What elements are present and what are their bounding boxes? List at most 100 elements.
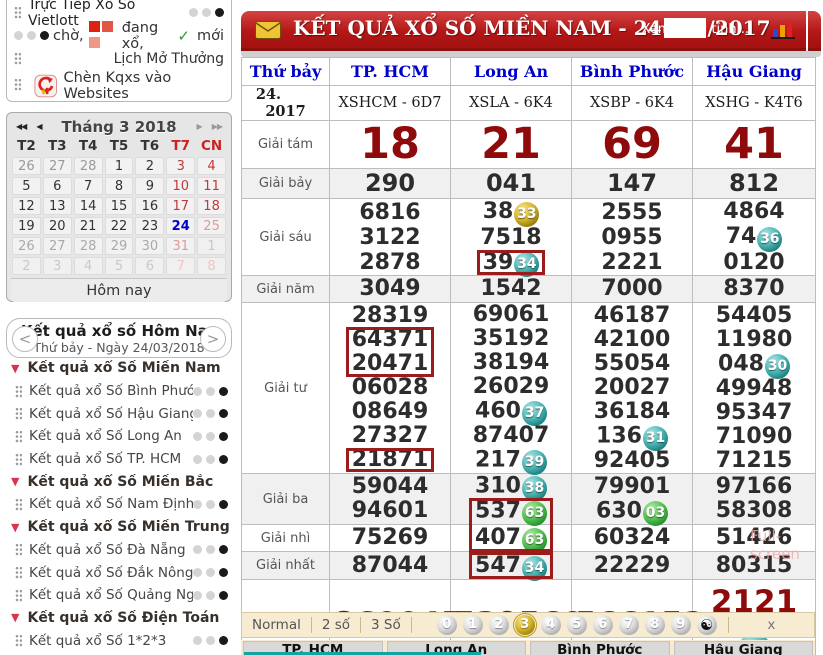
sidebar-item[interactable]: Kết quả xổ Số Hậu Giang xyxy=(6,402,234,425)
drag-handle-icon[interactable] xyxy=(15,407,22,420)
column-header[interactable]: Hậu Giang xyxy=(693,58,816,86)
calendar-day[interactable]: 17 xyxy=(166,197,195,215)
today-prev-button[interactable]: < xyxy=(12,326,38,352)
sidebar-section[interactable]: ▼Kết quả xổ Số Điện Toán xyxy=(6,607,234,630)
drag-handle-icon[interactable] xyxy=(15,385,22,398)
calendar-day[interactable]: 1 xyxy=(105,157,134,175)
calendar-day[interactable]: 12 xyxy=(12,197,41,215)
calendar-day[interactable]: 8 xyxy=(197,257,226,275)
calendar-day[interactable]: 9 xyxy=(135,177,164,195)
today-button[interactable]: Hôm nay xyxy=(11,278,227,302)
sidebar-item[interactable]: Kết quả xổ Số Đắk Nông xyxy=(6,561,234,584)
calendar-day[interactable]: 1 xyxy=(197,237,226,255)
sidebar-item[interactable]: Kết quả xổ Số Long An xyxy=(6,425,234,448)
calendar-day[interactable]: 5 xyxy=(12,177,41,195)
embed-link[interactable]: Chèn Kqxs vào Websites xyxy=(63,70,224,102)
digit-ball-5[interactable]: 5 xyxy=(567,615,587,635)
calendar-day[interactable]: 18 xyxy=(197,197,226,215)
digit-ball-8[interactable]: 8 xyxy=(645,615,665,635)
sidebar-item[interactable]: Kết quả xổ Số Bình Phước xyxy=(6,380,234,403)
calendar-day[interactable]: 14 xyxy=(74,197,103,215)
calendar-day[interactable]: 16 xyxy=(135,197,164,215)
calendar-day[interactable]: 31 xyxy=(166,237,195,255)
column-header[interactable]: TP. HCM xyxy=(330,58,451,86)
calendar-day[interactable]: 26 xyxy=(12,157,41,175)
drag-handle-icon[interactable] xyxy=(15,566,22,579)
calendar-day[interactable]: 7 xyxy=(74,177,103,195)
calendar-day[interactable]: 26 xyxy=(12,237,41,255)
digit-ball-0[interactable]: 0 xyxy=(437,615,457,635)
calendar-day[interactable]: 27 xyxy=(43,157,72,175)
yinyang-ball[interactable]: ☯ xyxy=(697,615,717,635)
today-next-button[interactable]: > xyxy=(200,326,226,352)
calendar-day[interactable]: 28 xyxy=(74,157,103,175)
column-header[interactable]: Bình Phước xyxy=(572,58,693,86)
footer-tab[interactable]: Bình Phước xyxy=(530,641,670,655)
calendar-prev-year-icon[interactable]: ◀◀ xyxy=(11,122,31,131)
digit-ball-9[interactable]: 9 xyxy=(671,615,691,635)
sidebar-item[interactable]: Kết quả xổ Số Quảng Ngãi xyxy=(6,584,234,607)
drag-handle-icon[interactable] xyxy=(15,498,22,511)
calendar-day[interactable]: 8 xyxy=(105,177,134,195)
vietlott-live-row[interactable]: Trực Tiếp Xổ Số Vietlott xyxy=(14,1,224,24)
calendar-day[interactable]: 2 xyxy=(12,257,41,275)
calendar-day[interactable]: 7 xyxy=(166,257,195,275)
toolbar-mode[interactable]: 2 số xyxy=(312,617,360,633)
calendar-day[interactable]: 20 xyxy=(43,217,72,235)
calendar-day[interactable]: 25 xyxy=(197,217,226,235)
digit-ball-6[interactable]: 6 xyxy=(593,615,613,635)
drag-handle-icon[interactable] xyxy=(15,430,22,443)
calendar-day[interactable]: 29 xyxy=(105,237,134,255)
calendar-day[interactable]: 2 xyxy=(135,157,164,175)
digit-ball-1[interactable]: 1 xyxy=(463,615,483,635)
calendar-day[interactable]: 15 xyxy=(105,197,134,215)
digit-ball-3[interactable]: 3 xyxy=(515,615,535,635)
sidebar-section[interactable]: ▼Kết quả xổ Số Miền Trung xyxy=(6,516,234,539)
drag-handle-icon[interactable] xyxy=(15,634,22,647)
digit-ball-7[interactable]: 7 xyxy=(619,615,639,635)
sidebar-item[interactable]: Kết quả xổ Số Đà Nẵng xyxy=(6,539,234,562)
sidebar-section[interactable]: ▼Kết quả xổ Số Miền Bắc xyxy=(6,470,234,493)
drag-handle-icon[interactable] xyxy=(14,52,21,65)
column-header[interactable]: Long An xyxy=(451,58,572,86)
calendar-day[interactable]: 21 xyxy=(74,217,103,235)
drag-handle-icon[interactable] xyxy=(15,453,22,466)
calendar-day[interactable]: 19 xyxy=(12,217,41,235)
sidebar-item[interactable]: Kết quả xổ Số 1*2*3 xyxy=(6,629,234,652)
calendar-day[interactable]: 5 xyxy=(105,257,134,275)
clear-button[interactable]: x xyxy=(729,617,814,633)
calendar-day[interactable]: 28 xyxy=(74,237,103,255)
toolbar-mode[interactable]: Normal xyxy=(242,617,311,633)
calendar-day[interactable]: 3 xyxy=(166,157,195,175)
calendar-next-month-icon[interactable]: ▶ xyxy=(192,122,207,131)
schedule-link[interactable]: Lịch Mở Thưởng xyxy=(114,51,224,67)
digit-ball-4[interactable]: 4 xyxy=(541,615,561,635)
calendar-day[interactable]: 23 xyxy=(135,217,164,235)
sidebar-item[interactable]: Kết quả xổ Số TP. HCM xyxy=(6,448,234,471)
calendar-day[interactable]: 30 xyxy=(135,237,164,255)
toolbar-mode[interactable]: 3 Số xyxy=(361,617,411,633)
calendar-day[interactable]: 13 xyxy=(43,197,72,215)
calendar-day[interactable]: 24 xyxy=(166,217,195,235)
view-province-table-link[interactable]: Xem bảng tỉnh... xyxy=(641,22,749,37)
drag-handle-icon[interactable] xyxy=(14,78,21,91)
calendar-day[interactable]: 22 xyxy=(105,217,134,235)
calendar-day[interactable]: 6 xyxy=(43,177,72,195)
calendar-day[interactable]: 4 xyxy=(197,157,226,175)
bar-chart-icon[interactable] xyxy=(771,18,795,40)
calendar-day[interactable]: 3 xyxy=(43,257,72,275)
calendar-day[interactable]: 6 xyxy=(135,257,164,275)
footer-tab[interactable]: Hậu Giang xyxy=(674,641,814,655)
calendar-day[interactable]: 27 xyxy=(43,237,72,255)
calendar-prev-month-icon[interactable]: ◀ xyxy=(31,122,46,131)
calendar-day[interactable]: 4 xyxy=(74,257,103,275)
drag-handle-icon[interactable] xyxy=(15,543,22,556)
calendar-next-year-icon[interactable]: ▶▶ xyxy=(207,122,227,131)
column-header[interactable]: Thứ bảy xyxy=(242,58,330,86)
sidebar-section[interactable]: ▼Kết quả xổ Số Miền Nam xyxy=(6,357,234,380)
drag-handle-icon[interactable] xyxy=(14,6,21,19)
calendar-day[interactable]: 11 xyxy=(197,177,226,195)
sidebar-item[interactable]: Kết quả xổ Số Nam Định xyxy=(6,493,234,516)
digit-ball-2[interactable]: 2 xyxy=(489,615,509,635)
calendar-day[interactable]: 10 xyxy=(166,177,195,195)
